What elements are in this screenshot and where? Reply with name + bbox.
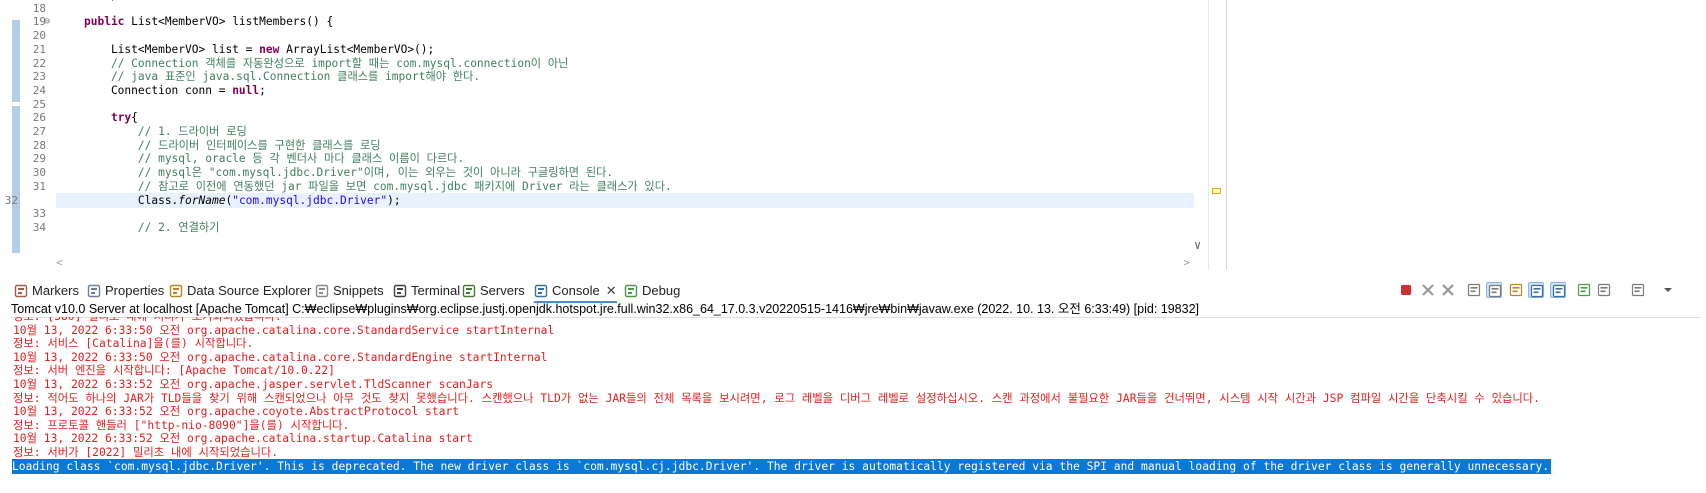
tab-properties[interactable]: Properties (87, 281, 164, 301)
scroll-down-icon[interactable]: ∨ (1194, 238, 1201, 252)
scroll-left-icon[interactable]: < (56, 256, 63, 269)
console-description: Tomcat v10.0 Server at localhost [Apache… (11, 301, 1701, 318)
remove-all-terminated-icon[interactable] (1440, 282, 1456, 298)
tab-debug[interactable]: Debug (624, 281, 680, 301)
scroll-lock-icon[interactable] (1486, 282, 1502, 298)
code-token: // mysql은 "com.mysql.jdbc.Driver"이며, 이는 … (84, 166, 614, 180)
terminal-icon (393, 284, 407, 298)
console-output[interactable]: 정보: [380] 밀리초 내에 처리가 초기화되었습니다.10월 13, 20… (0, 317, 1706, 493)
code-editor[interactable]: 17 private Connection conn;1819⊖public L… (0, 0, 1706, 272)
tab-console[interactable]: Console ✕ (534, 281, 617, 303)
close-icon[interactable]: ✕ (606, 283, 617, 298)
code-token: new (259, 42, 287, 56)
code-token: // java 표준인 java.sql.Connection 클래스를 imp… (84, 70, 481, 84)
outline-pane (1226, 0, 1706, 270)
code-token: // Connection 객체를 자동완성으로 import할 때는 com.… (84, 56, 569, 70)
clear-console-icon[interactable] (1466, 282, 1482, 298)
code-token: public (84, 15, 132, 29)
horizontal-scrollbar[interactable]: < > (56, 256, 1190, 270)
terminate-icon[interactable] (1398, 282, 1414, 298)
code-token: // 1. 드라이버 로딩 (84, 125, 247, 138)
tab-markers[interactable]: Markers (14, 281, 79, 301)
debug-icon (624, 284, 638, 298)
code-token: { (131, 111, 138, 125)
code-token: ); (387, 193, 401, 207)
servers-icon (462, 284, 476, 298)
show-on-stderr-icon[interactable] (1550, 282, 1566, 298)
code-token: List<MemberVO> listMembers() { (131, 15, 334, 29)
properties-icon (87, 284, 101, 298)
tab-label: Debug (642, 283, 681, 298)
tab-servers[interactable]: Servers (462, 281, 525, 301)
code-area[interactable]: 17 private Connection conn;1819⊖public L… (0, 0, 1195, 255)
pin-console-icon[interactable] (1576, 282, 1592, 298)
scroll-right-icon[interactable]: > (1183, 256, 1190, 269)
overview-ruler[interactable] (1208, 0, 1223, 270)
console-icon (534, 284, 548, 298)
code-token: // 참고로 이전에 연동했던 jar 파일을 보면 com.mysql.jdb… (84, 179, 672, 193)
tab-snippets[interactable]: Snippets (315, 281, 384, 301)
code-text[interactable]: // 2. 연결하기 (84, 220, 220, 235)
word-wrap-icon[interactable] (1508, 282, 1524, 298)
code-token: // 드라이버 인터페이스를 구현한 클래스를 로딩 (84, 138, 381, 152)
code-token: forName (178, 193, 226, 207)
code-token: List<MemberVO> list = (84, 42, 260, 56)
snippets-icon (315, 284, 329, 298)
remove-launch-icon[interactable] (1420, 282, 1436, 298)
code-token: // mysql, oracle 등 각 벤더사 마다 클래스 이름이 다르다. (84, 152, 465, 166)
tab-terminal[interactable]: Terminal (393, 281, 460, 301)
line-number: 31 (32, 179, 46, 193)
tab-label: Markers (32, 283, 79, 298)
show-on-stdout-icon[interactable] (1528, 282, 1544, 298)
tab-label: Properties (105, 283, 165, 298)
occurrence-marker[interactable] (1212, 188, 1221, 194)
tab-label: Servers (480, 283, 525, 298)
code-token: ; (259, 83, 266, 97)
code-token: Connection conn = (84, 83, 233, 97)
tab-label: Snippets (333, 283, 384, 298)
view-menu-icon[interactable] (1660, 282, 1676, 298)
tab-label: Data Source Explorer (187, 283, 312, 298)
code-token: ArrayList<MemberVO>(); (286, 42, 435, 56)
markers-icon (14, 284, 28, 298)
code-line[interactable]: 34 // 2. 연결하기 (0, 220, 1195, 235)
tab-data-source-explorer[interactable]: Data Source Explorer (169, 281, 311, 301)
tab-label: Terminal (411, 283, 461, 298)
data-source-icon (169, 284, 183, 298)
code-token: Class. (84, 193, 179, 207)
code-token: // 2. 연결하기 (84, 220, 220, 234)
open-console-icon[interactable] (1630, 282, 1646, 298)
tab-label: Console (552, 283, 600, 298)
line-number: 34 (32, 220, 46, 234)
code-token: null (232, 83, 260, 97)
console-line[interactable]: Loading class `com.mysql.jdbc.Driver'. T… (12, 458, 1552, 474)
code-token: try (110, 111, 132, 125)
display-selected-console-icon[interactable] (1596, 282, 1612, 298)
code-token: "com.mysql.jdbc.Driver" (232, 193, 388, 207)
